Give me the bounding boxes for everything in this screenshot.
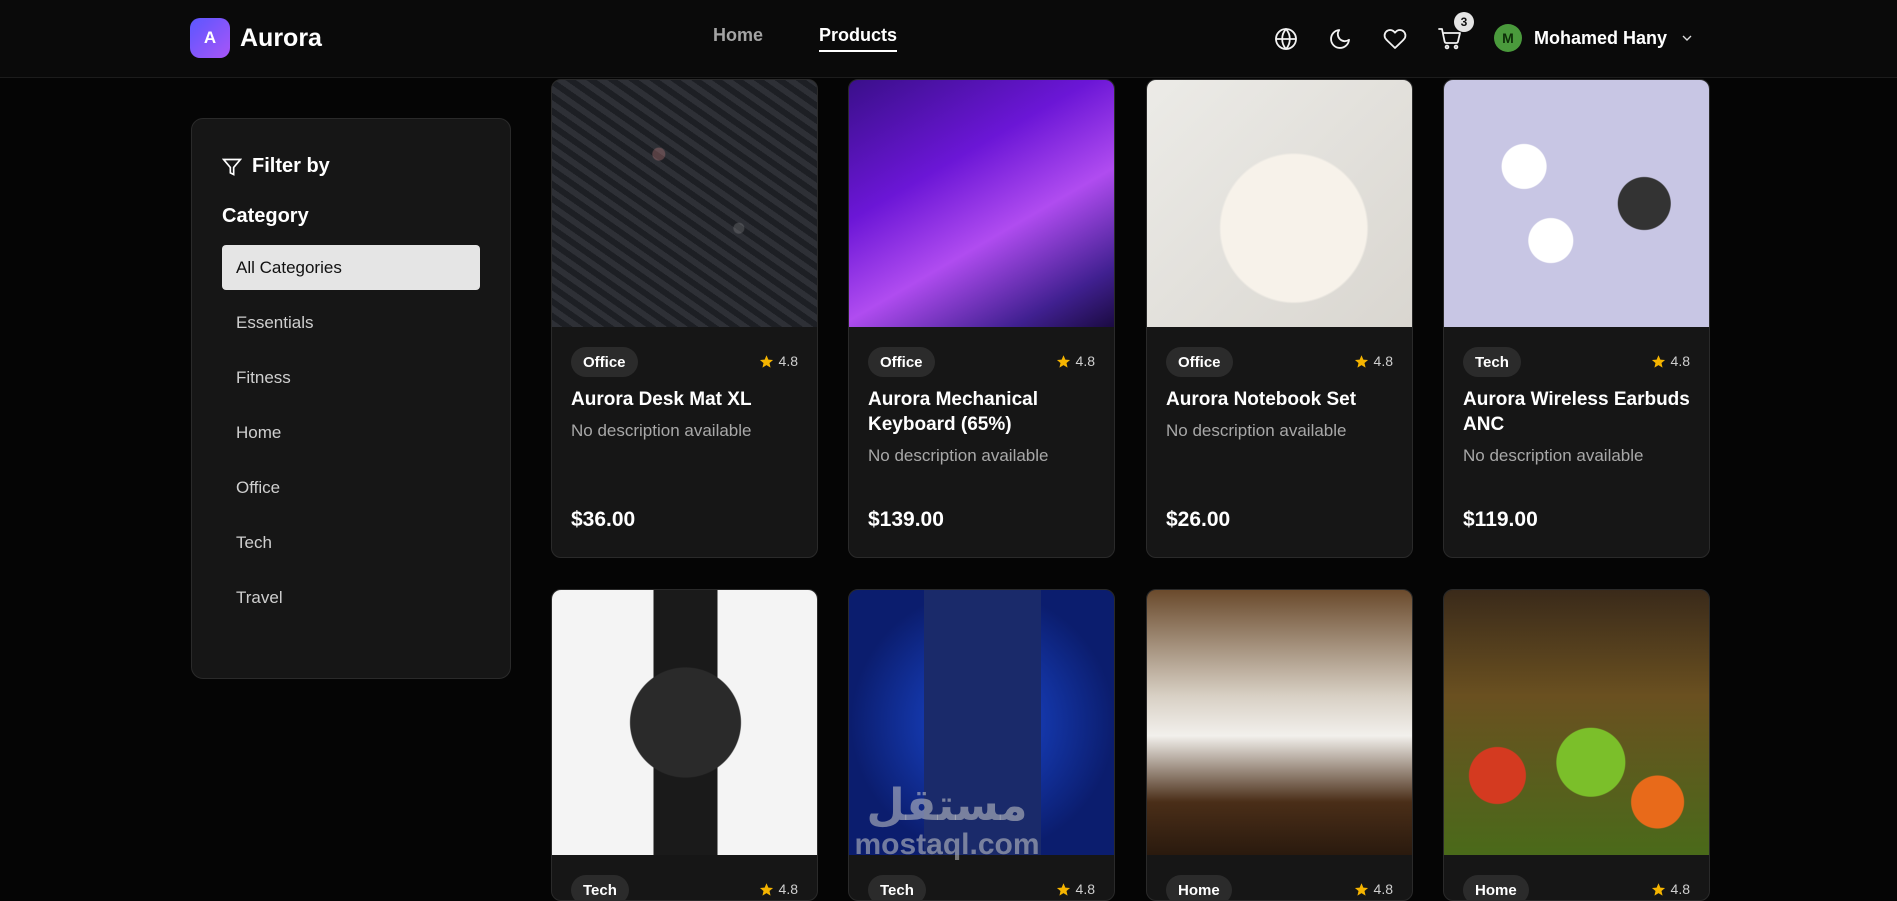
category-item-office[interactable]: Office xyxy=(222,465,480,510)
star-icon xyxy=(759,882,773,896)
star-icon xyxy=(1354,354,1368,368)
chevron-down-icon xyxy=(1682,35,1692,41)
brand-name: Aurora xyxy=(240,23,322,52)
category-badge: Tech xyxy=(571,875,629,900)
user-menu[interactable]: M Mohamed Hany xyxy=(1494,24,1695,52)
product-description: No description available xyxy=(1463,446,1644,465)
globe-icon xyxy=(1275,28,1297,50)
star-icon xyxy=(1056,882,1070,896)
product-rating: 4.8 xyxy=(1651,881,1690,897)
product-price: $119.00 xyxy=(1463,508,1538,531)
star-icon xyxy=(1056,354,1070,368)
rating-value: 4.8 xyxy=(1075,881,1095,897)
watermark-arabic: مستقل xyxy=(866,781,1028,830)
product-rating: 4.8 xyxy=(1354,353,1393,369)
language-button[interactable] xyxy=(1272,25,1300,53)
product-price: $36.00 xyxy=(571,508,636,531)
rating-value: 4.8 xyxy=(778,881,798,897)
product-name[interactable]: Aurora Wireless Earbuds ANC xyxy=(1463,387,1693,437)
product-image[interactable] xyxy=(552,80,817,327)
category-heading: Category xyxy=(222,205,309,227)
product-rating: 4.8 xyxy=(1056,353,1095,369)
category-item-fitness[interactable]: Fitness xyxy=(222,355,480,400)
product-rating: 4.8 xyxy=(1354,881,1393,897)
filter-heading: Filter by xyxy=(222,155,330,178)
category-item-essentials[interactable]: Essentials xyxy=(222,300,480,345)
category-item-home[interactable]: Home xyxy=(222,410,480,455)
watermark-latin: mostaql.com xyxy=(854,828,1040,861)
product-card[interactable]: Tech 4.8 xyxy=(551,589,818,901)
product-description: No description available xyxy=(571,421,752,440)
product-image[interactable] xyxy=(1444,80,1709,327)
heart-icon xyxy=(1383,29,1407,49)
moon-icon xyxy=(1330,29,1350,49)
filter-heading-label: Filter by xyxy=(252,155,330,177)
product-image[interactable] xyxy=(1147,590,1412,855)
product-description: No description available xyxy=(1166,421,1347,440)
category-item-travel[interactable]: Travel xyxy=(222,575,480,620)
category-badge: Office xyxy=(571,347,638,377)
star-icon xyxy=(759,354,773,368)
user-name: Mohamed Hany xyxy=(1534,27,1668,48)
product-image[interactable] xyxy=(849,80,1114,327)
nav-home-link[interactable]: Home xyxy=(713,25,763,52)
rating-value: 4.8 xyxy=(1373,353,1393,369)
product-image[interactable] xyxy=(1444,590,1709,855)
wishlist-button[interactable] xyxy=(1381,25,1409,53)
product-price: $139.00 xyxy=(868,508,944,531)
filter-icon xyxy=(222,158,242,176)
product-image[interactable] xyxy=(1147,80,1412,327)
main-nav: Home Products xyxy=(713,25,953,52)
category-item-all[interactable]: All Categories xyxy=(222,245,480,290)
product-card[interactable]: Home 4.8 xyxy=(1443,589,1710,901)
rating-value: 4.8 xyxy=(1373,881,1393,897)
product-image[interactable] xyxy=(552,590,817,855)
cart-count-badge: 3 xyxy=(1454,12,1474,32)
product-card[interactable]: Home 4.8 xyxy=(1146,589,1413,901)
product-price: $26.00 xyxy=(1166,508,1231,531)
brand-logo[interactable]: A Aurora xyxy=(190,18,322,58)
filter-sidebar: Filter by Category All Categories Essent… xyxy=(191,118,511,679)
product-card[interactable]: Tech 4.8 Aurora Wireless Earbuds ANC No … xyxy=(1443,79,1710,558)
category-badge: Tech xyxy=(1463,347,1521,377)
watermark: مستقل mostaql.com xyxy=(832,784,1062,862)
product-rating: 4.8 xyxy=(759,881,798,897)
category-badge: Tech xyxy=(868,875,926,900)
category-list: All Categories Essentials Fitness Home O… xyxy=(222,245,480,630)
rating-value: 4.8 xyxy=(1670,881,1690,897)
top-navbar: A Aurora Home Products 3 M Mohamed Hany xyxy=(0,0,1897,78)
category-item-tech[interactable]: Tech xyxy=(222,520,480,565)
rating-value: 4.8 xyxy=(1670,353,1690,369)
star-icon xyxy=(1651,882,1665,896)
product-card[interactable]: Office 4.8 Aurora Mechanical Keyboard (6… xyxy=(848,79,1115,558)
product-name[interactable]: Aurora Notebook Set xyxy=(1166,387,1396,412)
product-name[interactable]: Aurora Desk Mat XL xyxy=(571,387,801,412)
rating-value: 4.8 xyxy=(1075,353,1095,369)
product-name[interactable]: Aurora Mechanical Keyboard (65%) xyxy=(868,387,1098,437)
theme-toggle-button[interactable] xyxy=(1326,25,1354,53)
nav-products-link[interactable]: Products xyxy=(819,25,898,52)
star-icon xyxy=(1354,882,1368,896)
product-card[interactable]: Office 4.8 Aurora Desk Mat XL No descrip… xyxy=(551,79,818,558)
category-badge: Home xyxy=(1166,875,1232,900)
product-rating: 4.8 xyxy=(759,353,798,369)
avatar: M xyxy=(1494,24,1522,52)
product-description: No description available xyxy=(868,446,1049,465)
rating-value: 4.8 xyxy=(778,353,798,369)
star-icon xyxy=(1651,354,1665,368)
product-rating: 4.8 xyxy=(1651,353,1690,369)
category-badge: Office xyxy=(868,347,935,377)
category-badge: Office xyxy=(1166,347,1233,377)
logo-mark: A xyxy=(190,18,230,58)
product-rating: 4.8 xyxy=(1056,881,1095,897)
product-card[interactable]: Office 4.8 Aurora Notebook Set No descri… xyxy=(1146,79,1413,558)
category-badge: Home xyxy=(1463,875,1529,900)
